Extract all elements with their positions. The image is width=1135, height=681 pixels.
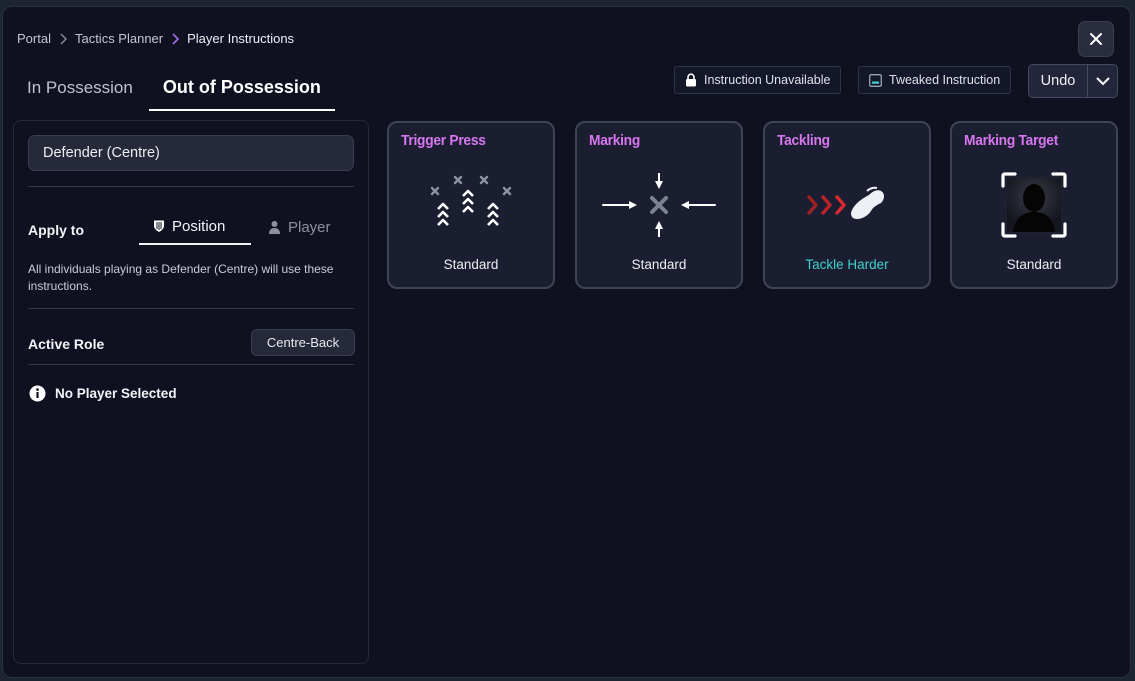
instruction-card-trigger-press[interactable]: Trigger Press Standard bbox=[387, 121, 555, 289]
tab-in-possession[interactable]: In Possession bbox=[13, 65, 147, 111]
instruction-card-marking[interactable]: Marking Standard bbox=[575, 121, 743, 289]
apply-to-position-label: Position bbox=[172, 217, 226, 235]
breadcrumb: Portal Tactics Planner Player Instructio… bbox=[17, 31, 294, 46]
apply-to-label: Apply to bbox=[28, 222, 84, 238]
active-role-button[interactable]: Centre-Back bbox=[251, 329, 355, 356]
possession-tabs: In Possession Out of Possession bbox=[13, 65, 335, 111]
info-icon bbox=[29, 385, 46, 402]
apply-to-description: All individuals playing as Defender (Cen… bbox=[28, 262, 334, 293]
chevron-right-icon bbox=[60, 33, 67, 44]
undo-dropdown-button[interactable] bbox=[1088, 65, 1117, 97]
card-value: Standard bbox=[631, 257, 687, 272]
breadcrumb-tactics-planner[interactable]: Tactics Planner bbox=[75, 31, 163, 46]
sidebar-panel: Defender (Centre) Apply to Position Play… bbox=[13, 120, 369, 664]
card-value: Tackle Harder bbox=[805, 257, 889, 272]
breadcrumb-player-instructions: Player Instructions bbox=[187, 31, 295, 46]
card-value: Standard bbox=[443, 257, 499, 272]
position-select[interactable]: Defender (Centre) bbox=[28, 135, 354, 171]
card-title: Trigger Press bbox=[401, 132, 486, 149]
card-title: Tackling bbox=[777, 132, 830, 149]
tackling-boot-icon bbox=[765, 167, 929, 243]
divider bbox=[28, 308, 354, 309]
tab-out-of-possession[interactable]: Out of Possession bbox=[148, 65, 335, 111]
divider bbox=[28, 364, 354, 365]
divider bbox=[28, 186, 354, 187]
instruction-card-marking-target[interactable]: Marking Target Standard bbox=[950, 121, 1118, 289]
undo-button[interactable]: Undo bbox=[1029, 65, 1088, 97]
legend-unavailable-label: Instruction Unavailable bbox=[704, 73, 831, 87]
person-icon bbox=[269, 221, 280, 234]
tweaked-indicator-icon bbox=[869, 73, 882, 87]
apply-to-position-tab[interactable]: Position bbox=[139, 209, 251, 245]
player-silhouette-icon bbox=[952, 167, 1116, 243]
active-role-label: Active Role bbox=[28, 336, 105, 352]
breadcrumb-portal[interactable]: Portal bbox=[17, 31, 51, 46]
legend-instruction-unavailable: Instruction Unavailable bbox=[674, 66, 842, 94]
apply-to-player-label: Player bbox=[288, 218, 331, 236]
chevron-right-icon bbox=[172, 32, 180, 45]
card-title: Marking Target bbox=[964, 132, 1059, 149]
shield-icon bbox=[154, 220, 164, 232]
close-button[interactable] bbox=[1078, 21, 1114, 57]
undo-button-group: Undo bbox=[1028, 64, 1118, 98]
apply-to-player-tab[interactable]: Player bbox=[268, 209, 331, 245]
instruction-card-tackling[interactable]: Tackling Tackle Harder bbox=[763, 121, 931, 289]
legend-tweaked-instruction: Tweaked Instruction bbox=[858, 66, 1012, 94]
card-value: Standard bbox=[1006, 257, 1062, 272]
no-player-text: No Player Selected bbox=[55, 386, 177, 401]
close-icon bbox=[1090, 33, 1102, 45]
chevron-down-icon bbox=[1095, 77, 1110, 86]
card-title: Marking bbox=[589, 132, 640, 149]
player-instructions-window: Portal Tactics Planner Player Instructio… bbox=[2, 6, 1131, 678]
legend-tweaked-label: Tweaked Instruction bbox=[889, 73, 1001, 87]
marking-icon bbox=[577, 167, 741, 243]
trigger-press-icon bbox=[389, 167, 553, 243]
lock-icon bbox=[686, 73, 696, 87]
no-player-notice: No Player Selected bbox=[29, 385, 177, 402]
